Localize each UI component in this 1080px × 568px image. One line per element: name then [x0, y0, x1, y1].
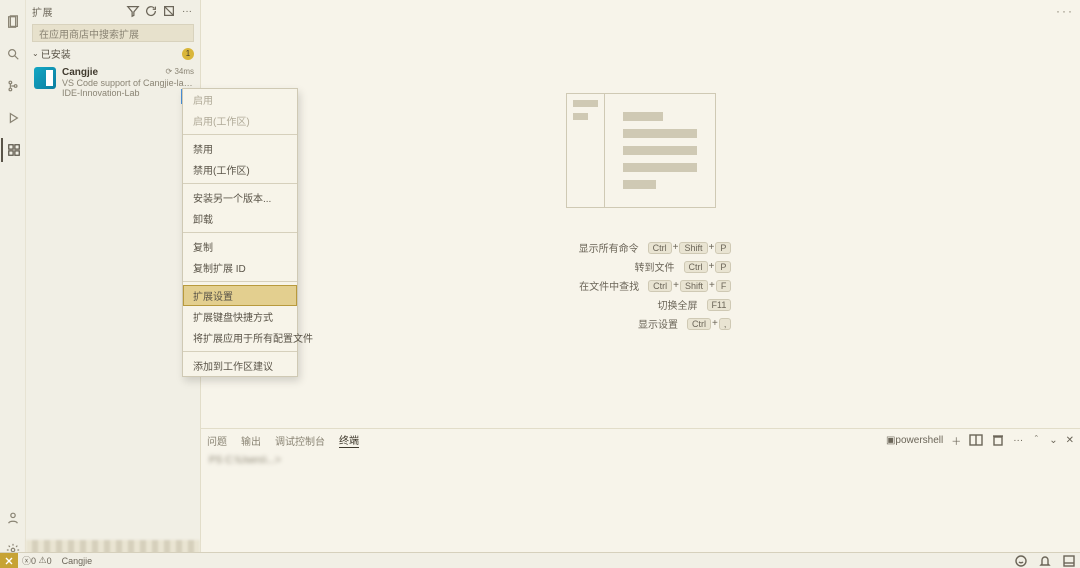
sidebar-title: 扩展: [32, 4, 122, 19]
extension-activation-time: 34ms: [166, 67, 195, 76]
shortcut-row: 显示设置Ctrl + ,: [549, 316, 733, 331]
status-bar: ⓧ 0 ⚠ 0 Cangjie: [0, 552, 1080, 568]
installed-label: 已安装: [41, 46, 71, 61]
ctx-uninstall[interactable]: 卸载: [183, 208, 297, 229]
shortcut-key: P: [715, 242, 731, 254]
status-layout-icon[interactable]: [1062, 554, 1076, 568]
shortcut-row: 转到文件Ctrl + P: [549, 259, 733, 274]
shortcut-label: 在文件中查找: [549, 278, 639, 293]
editor-area: ··· 显示所有命令Ctrl + Shift + P转到文件Ctrl + P在文…: [201, 0, 1080, 568]
panel-chevron-icon[interactable]: ⌄: [1049, 435, 1057, 446]
terminal-body[interactable]: PS C:\Users\...>: [201, 451, 1080, 470]
ctx-extension-keybindings[interactable]: 扩展键盘快捷方式: [183, 306, 297, 327]
explorer-icon[interactable]: [1, 10, 25, 34]
app-root: 扩展 ··· 在应用商店中搜索扩展 ⌄ 已安装 1 Cangjie VS Cod…: [0, 0, 1080, 568]
terminal-shell-label[interactable]: ▣ powershell: [886, 435, 943, 446]
extensions-icon[interactable]: [1, 138, 25, 162]
installed-section[interactable]: ⌄ 已安装 1: [26, 44, 200, 63]
shortcut-label: 显示设置: [588, 316, 678, 331]
accounts-icon[interactable]: [1, 506, 25, 530]
ctx-copy-extension-id[interactable]: 复制扩展 ID: [183, 257, 297, 278]
more-icon[interactable]: ···: [180, 4, 194, 18]
clear-icon[interactable]: [162, 4, 176, 18]
extensions-search-input[interactable]: 在应用商店中搜索扩展: [32, 24, 194, 42]
remote-indicator[interactable]: [0, 553, 18, 568]
tab-output[interactable]: 输出: [241, 433, 261, 448]
extension-item-cangjie[interactable]: Cangjie VS Code support of Cangjie-langu…: [26, 63, 200, 102]
panel-close-icon[interactable]: ✕: [1066, 435, 1074, 446]
shortcut-key: Shift: [680, 280, 708, 292]
status-problems[interactable]: ⓧ 0 ⚠ 0: [22, 554, 52, 567]
shortcut-key: Ctrl: [648, 280, 672, 292]
extension-context-menu: 启用 启用(工作区) 禁用 禁用(工作区) 安装另一个版本... 卸载 复制 复…: [182, 88, 298, 377]
panel-maximize-icon[interactable]: ＾: [1031, 433, 1041, 448]
tab-problems[interactable]: 问题: [207, 433, 227, 448]
run-debug-icon[interactable]: [1, 106, 25, 130]
extensions-sidebar: 扩展 ··· 在应用商店中搜索扩展 ⌄ 已安装 1 Cangjie VS Cod…: [26, 0, 201, 568]
ctx-enable: 启用: [183, 89, 297, 110]
sidebar-header: 扩展 ···: [26, 0, 200, 22]
tab-debug-console[interactable]: 调试控制台: [275, 433, 325, 448]
extension-description: VS Code support of Cangjie-language: [62, 78, 194, 88]
editor-overflow-icon[interactable]: ···: [1056, 4, 1074, 18]
ctx-disable-workspace[interactable]: 禁用(工作区): [183, 159, 297, 180]
shortcut-key: F: [716, 280, 732, 292]
shortcut-key: P: [715, 261, 731, 273]
status-language[interactable]: Cangjie: [62, 556, 93, 566]
shortcut-key: Ctrl: [684, 261, 708, 273]
ctx-install-other-version[interactable]: 安装另一个版本...: [183, 187, 297, 208]
panel-more-icon[interactable]: ···: [1013, 435, 1023, 446]
ctx-disable[interactable]: 禁用: [183, 138, 297, 159]
shortcut-label: 切换全屏: [608, 297, 698, 312]
ctx-apply-all-profiles[interactable]: 将扩展应用于所有配置文件: [183, 327, 297, 348]
filter-icon[interactable]: [126, 4, 140, 18]
panel-tabs: 问题 输出 调试控制台 终端 ▣ powershell ＋ ··· ＾ ⌄ ✕: [201, 429, 1080, 451]
activity-bar: [0, 0, 26, 568]
shortcut-key: Ctrl: [687, 318, 711, 330]
chevron-down-icon: ⌄: [32, 49, 39, 58]
bottom-panel: 问题 输出 调试控制台 终端 ▣ powershell ＋ ··· ＾ ⌄ ✕ …: [201, 428, 1080, 568]
welcome-shortcuts: 显示所有命令Ctrl + Shift + P转到文件Ctrl + P在文件中查找…: [549, 236, 733, 335]
installed-count-badge: 1: [182, 48, 194, 60]
refresh-icon[interactable]: [144, 4, 158, 18]
new-terminal-icon[interactable]: ＋: [951, 433, 961, 448]
status-feedback-icon[interactable]: [1014, 554, 1028, 568]
extension-publisher: IDE-Innovation-Lab: [62, 88, 194, 98]
shortcut-label: 转到文件: [585, 259, 675, 274]
tab-terminal[interactable]: 终端: [339, 432, 359, 448]
shortcut-key: Ctrl: [648, 242, 672, 254]
split-terminal-icon[interactable]: [969, 433, 983, 447]
shortcut-key: Shift: [679, 242, 707, 254]
source-control-icon[interactable]: [1, 74, 25, 98]
ctx-copy[interactable]: 复制: [183, 236, 297, 257]
shortcut-key: F11: [707, 299, 732, 311]
ctx-add-workspace-rec[interactable]: 添加到工作区建议: [183, 355, 297, 376]
welcome-view: 显示所有命令Ctrl + Shift + P转到文件Ctrl + P在文件中查找…: [201, 0, 1080, 428]
shortcut-row: 显示所有命令Ctrl + Shift + P: [549, 240, 733, 255]
ctx-enable-workspace: 启用(工作区): [183, 110, 297, 131]
extension-icon: [34, 67, 56, 89]
shortcut-row: 切换全屏 F11: [549, 297, 733, 312]
shortcut-row: 在文件中查找Ctrl + Shift + F: [549, 278, 733, 293]
welcome-glyph: [566, 93, 716, 208]
search-icon[interactable]: [1, 42, 25, 66]
status-notifications-icon[interactable]: [1038, 554, 1052, 568]
kill-terminal-icon[interactable]: [991, 433, 1005, 447]
ctx-extension-settings[interactable]: 扩展设置: [183, 285, 297, 306]
shortcut-label: 显示所有命令: [549, 240, 639, 255]
shortcut-key: ,: [719, 318, 732, 330]
